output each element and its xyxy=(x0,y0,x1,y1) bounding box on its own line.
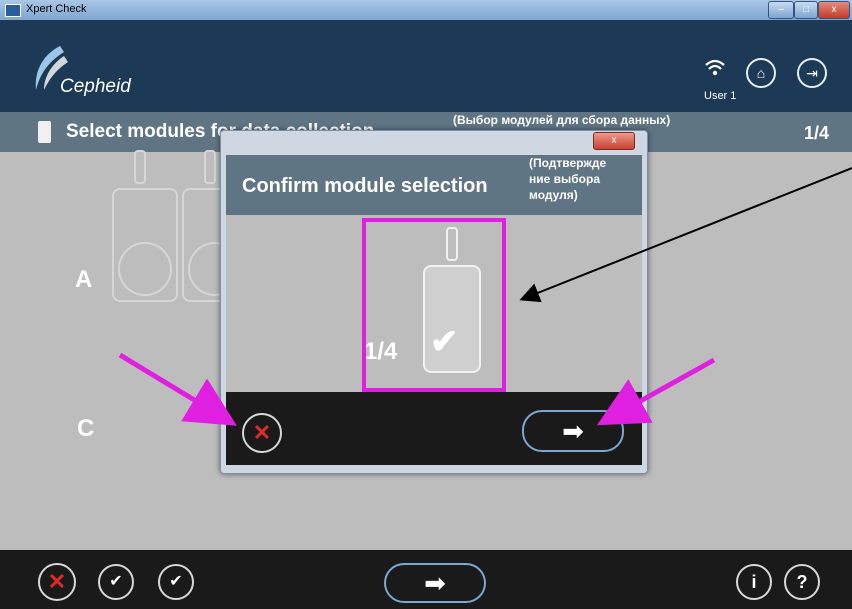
arrow-to-module xyxy=(519,167,852,303)
annotation-arrows xyxy=(118,167,852,426)
arrow-to-cancel xyxy=(118,352,237,426)
arrow-to-next xyxy=(596,357,716,426)
